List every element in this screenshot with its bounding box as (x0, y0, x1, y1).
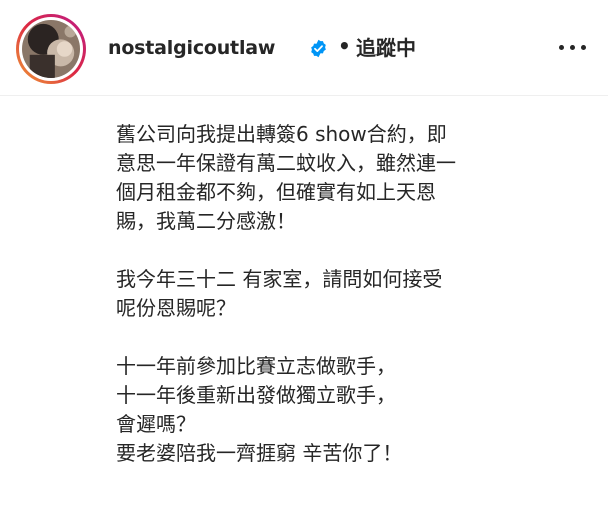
caption-line: 十一年前參加比賽立志做歌手， (116, 354, 396, 378)
username[interactable]: nostalgicoutlaw (108, 36, 275, 60)
story-ring[interactable] (16, 14, 86, 84)
more-dot (581, 45, 586, 50)
profile-photo (22, 20, 80, 78)
more-dot (570, 45, 575, 50)
post-view: nostalgicoutlaw • 追蹤中 舊公司向我提出轉簽6 show合約，… (0, 0, 608, 524)
following-button[interactable]: 追蹤中 (356, 36, 416, 60)
post-header: nostalgicoutlaw • 追蹤中 (0, 0, 608, 96)
separator-dot: • (338, 34, 351, 58)
caption-line: 意思一年保證有萬二蚊收入，雖然連一 (116, 151, 456, 175)
avatar-border (19, 17, 83, 81)
caption-line: 賜，我萬二分感激！ (116, 209, 296, 233)
verified-badge-icon (309, 39, 328, 58)
caption-line: 十一年後重新出發做獨立歌手， (116, 383, 396, 407)
caption-line: 呢份恩賜呢？ (116, 296, 236, 320)
caption-line: 個月租金都不夠，但確實有如上天恩 (116, 180, 436, 204)
caption-line: 會遲嗎？ (116, 412, 196, 436)
post-caption: 舊公司向我提出轉簽6 show合約，即 意思一年保證有萬二蚊收入，雖然連一 個月… (116, 120, 596, 468)
more-options-icon[interactable] (556, 40, 596, 56)
more-dot (559, 45, 564, 50)
avatar[interactable] (22, 20, 80, 78)
caption-line: 舊公司向我提出轉簽6 show合約，即 (116, 122, 447, 146)
caption-line: 我今年三十二 有家室，請問如何接受 (116, 267, 443, 291)
caption-line: 要老婆陪我一齊捱窮 辛苦你了！ (116, 441, 403, 465)
